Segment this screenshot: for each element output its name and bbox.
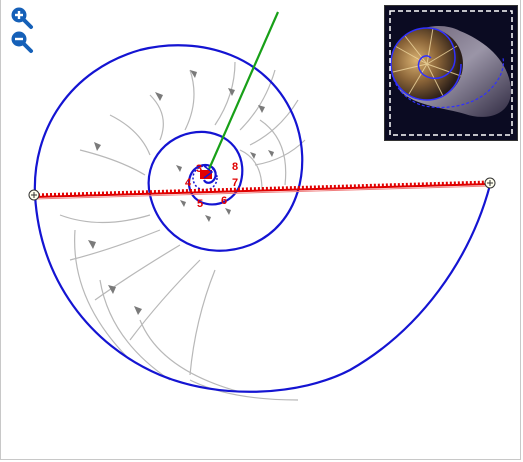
zoom-in-button[interactable] (10, 6, 34, 30)
thumbnail-overview[interactable] (384, 5, 518, 141)
left-endpoint-handle[interactable] (28, 189, 40, 201)
shell-chambers (59, 61, 306, 401)
nautilus-shell-photo (385, 6, 517, 140)
zoom-out-icon (11, 31, 33, 53)
right-endpoint-handle[interactable] (484, 177, 496, 189)
label-3: 3 (196, 163, 202, 175)
label-8: 8 (232, 161, 238, 173)
zoom-out-button[interactable] (10, 30, 34, 54)
label-7: 7 (232, 177, 238, 189)
label-6: 6 (221, 195, 227, 207)
zoom-in-icon (11, 7, 33, 29)
label-4: 4 (185, 177, 192, 189)
label-5: 5 (197, 198, 203, 210)
